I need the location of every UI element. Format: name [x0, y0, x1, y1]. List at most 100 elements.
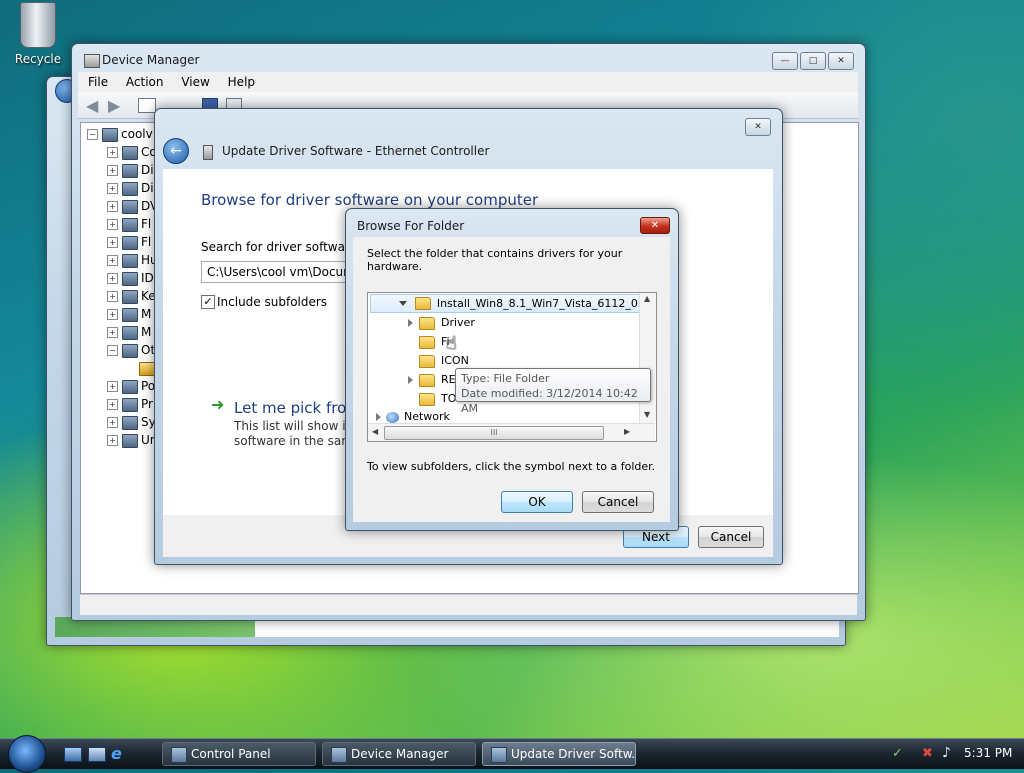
tree-item-keyboards[interactable]: + Ke — [107, 287, 156, 305]
tree-item-dvd[interactable]: + DV — [107, 197, 158, 215]
tree-item-usb[interactable]: + Ur — [107, 431, 155, 449]
taskbar-item-device-manager[interactable]: Device Manager — [322, 742, 476, 766]
forward-arrow-icon[interactable]: ▶ — [108, 96, 120, 115]
expand-arrow-icon[interactable] — [408, 319, 413, 327]
collapse-icon[interactable]: − — [107, 345, 118, 356]
tree-item-monitors[interactable]: + M — [107, 323, 151, 341]
show-desktop-icon[interactable] — [64, 747, 82, 762]
device-icon — [122, 397, 138, 412]
minimize-button[interactable]: — — [772, 52, 798, 70]
include-subfolders-checkbox[interactable]: ✓ — [201, 295, 215, 309]
folder-item-fi[interactable]: Fi — [419, 333, 450, 351]
folder-item-label: ICON — [441, 354, 469, 367]
device-icon — [122, 271, 138, 286]
wizard-cancel-button[interactable]: Cancel — [698, 526, 764, 548]
checkmark-icon: ✓ — [203, 295, 213, 308]
expand-icon[interactable]: + — [107, 327, 118, 338]
menu-action[interactable]: Action — [126, 75, 164, 89]
wizard-heading: Browse for driver software on your compu… — [201, 191, 539, 209]
trash-icon — [20, 2, 56, 48]
recycle-bin-icon[interactable]: Recycle — [4, 2, 72, 66]
expand-icon[interactable]: + — [107, 435, 118, 446]
browse-cancel-button[interactable]: Cancel — [582, 491, 654, 513]
path-input[interactable]: C:\Users\cool vm\Docume — [201, 261, 351, 283]
expand-icon[interactable]: + — [107, 291, 118, 302]
folder-item-label: Network — [404, 410, 450, 423]
wizard-close-button[interactable]: ✕ — [745, 118, 771, 136]
folder-tree[interactable]: Install_Win8_8.1_Win7_Vista_6112_03122 D… — [367, 292, 657, 442]
volume-icon[interactable]: ♪ — [942, 745, 951, 761]
menu-file[interactable]: File — [88, 75, 108, 89]
warning-device-icon — [139, 361, 155, 376]
expand-icon[interactable]: + — [107, 165, 118, 176]
expand-icon[interactable]: + — [107, 381, 118, 392]
close-button[interactable]: ✕ — [828, 52, 854, 70]
tree-item-disk[interactable]: + Di — [107, 161, 154, 179]
close-icon: ✕ — [754, 122, 762, 132]
expand-icon[interactable]: + — [107, 309, 118, 320]
tree-item-mice[interactable]: + M — [107, 305, 151, 323]
start-button[interactable] — [8, 735, 46, 773]
expand-icon[interactable]: + — [107, 183, 118, 194]
tree-item-ports[interactable]: + Po — [107, 377, 155, 395]
back-arrow-icon[interactable]: ◀ — [86, 96, 98, 115]
expand-icon[interactable]: + — [107, 417, 118, 428]
taskbar-item-control-panel[interactable]: Control Panel — [162, 742, 316, 766]
maximize-button[interactable]: □ — [800, 52, 826, 70]
status-bar — [80, 594, 857, 615]
menu-view[interactable]: View — [181, 75, 209, 89]
tree-item-hid[interactable]: + Hu — [107, 251, 158, 269]
tree-item-floppy-1[interactable]: + Fl — [107, 215, 151, 233]
taskbar-item-label: Control Panel — [191, 747, 271, 761]
scroll-up-icon[interactable]: ▲ — [644, 294, 650, 303]
expand-icon[interactable]: + — [107, 273, 118, 284]
menu-help[interactable]: Help — [228, 75, 255, 89]
folder-item-to[interactable]: TO — [419, 390, 456, 408]
expand-icon[interactable]: + — [107, 399, 118, 410]
wizard-back-button[interactable]: ← — [163, 138, 189, 164]
internet-explorer-icon[interactable]: e — [111, 744, 122, 763]
expand-arrow-icon[interactable] — [408, 376, 413, 384]
expand-icon[interactable]: + — [107, 147, 118, 158]
folder-item-driver[interactable]: Driver — [408, 314, 475, 332]
close-icon: ✕ — [837, 56, 845, 66]
tooltip-date: Date modified: 3/12/2014 10:42 AM — [461, 387, 638, 415]
tree-item-floppy-2[interactable]: + Fl — [107, 233, 151, 251]
folder-tree-root[interactable]: Install_Win8_8.1_Win7_Vista_6112_03122 — [370, 294, 641, 313]
taskbar-item-update-driver[interactable]: Update Driver Softw... — [482, 742, 636, 766]
tree-item-system[interactable]: + Sy — [107, 413, 156, 431]
tree-item-controllers[interactable]: + Co — [107, 143, 157, 161]
expand-icon[interactable]: + — [107, 219, 118, 230]
pick-from-list-link[interactable]: Let me pick from — [234, 399, 361, 417]
menu-bar: File Action View Help — [78, 72, 858, 92]
properties-icon[interactable] — [138, 98, 156, 113]
scroll-left-icon[interactable]: ◀ — [372, 427, 378, 436]
expand-icon[interactable]: + — [107, 255, 118, 266]
expand-icon[interactable]: + — [107, 237, 118, 248]
horizontal-scrollbar[interactable]: ◀ III ▶ — [368, 423, 655, 441]
tree-item-label: Di — [141, 163, 154, 177]
safely-remove-icon[interactable]: ✓ — [892, 746, 903, 761]
tree-item-processors[interactable]: + Pr — [107, 395, 153, 413]
folder-item-re[interactable]: RE — [408, 371, 456, 389]
network-tray-icon[interactable]: ✖ — [922, 746, 933, 761]
scroll-right-icon[interactable]: ▶ — [624, 427, 630, 436]
tree-item-display[interactable]: + Di — [107, 179, 154, 197]
minimize-icon: — — [780, 56, 790, 66]
device-icon — [122, 217, 138, 232]
tree-root-label: coolv — [121, 127, 153, 141]
switch-windows-icon[interactable] — [88, 747, 106, 762]
ok-button[interactable]: OK — [501, 491, 573, 513]
expand-arrow-icon[interactable] — [376, 413, 381, 421]
horizontal-scroll-thumb[interactable]: III — [384, 426, 604, 440]
browse-instruction: Select the folder that contains drivers … — [367, 247, 623, 273]
tree-item-ide[interactable]: + ID — [107, 269, 154, 287]
tree-item-other[interactable]: − Ot — [107, 341, 155, 359]
folder-icon — [414, 297, 431, 310]
collapse-arrow-icon[interactable] — [399, 301, 407, 306]
browse-close-button[interactable]: ✕ — [640, 217, 670, 234]
expand-icon[interactable]: + — [107, 201, 118, 212]
collapse-icon[interactable]: − — [87, 129, 98, 140]
clock[interactable]: 5:31 PM — [964, 746, 1012, 760]
tree-root[interactable]: − coolv — [87, 125, 153, 143]
